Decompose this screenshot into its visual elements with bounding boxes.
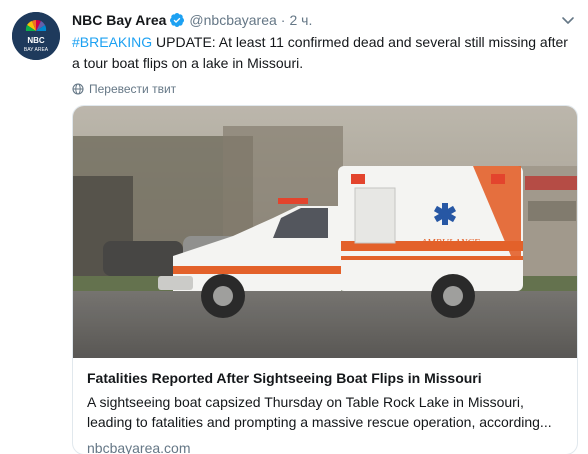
card-image[interactable]: AMBULANCE — [73, 106, 577, 358]
verified-badge-icon — [170, 13, 185, 27]
tweet-content: NBC Bay Area @nbcbayarea · 2 ч. #BREAKIN… — [72, 10, 576, 96]
author-display-name[interactable]: NBC Bay Area — [72, 10, 166, 30]
ambulance-photo-icon: AMBULANCE — [73, 106, 577, 358]
tweet-timestamp[interactable]: 2 ч. — [289, 10, 312, 30]
hashtag-link[interactable]: #BREAKING — [72, 34, 152, 50]
card-domain: nbcbayarea.com — [87, 440, 191, 454]
tweet-header: NBC Bay Area @nbcbayarea · 2 ч. — [72, 10, 576, 30]
card-body: Fatalities Reported After Sightseeing Bo… — [73, 358, 577, 454]
card-title[interactable]: Fatalities Reported After Sightseeing Bo… — [87, 368, 565, 388]
nbc-peacock-icon: NBC BAY AREA — [12, 12, 60, 60]
translate-label: Перевести твит — [89, 82, 177, 96]
tweet-text: #BREAKING UPDATE: At least 11 confirmed … — [72, 32, 572, 74]
globe-icon — [72, 83, 84, 95]
avatar[interactable]: NBC BAY AREA — [12, 12, 60, 60]
author-handle[interactable]: @nbcbayarea — [189, 10, 276, 30]
avatar-text-top: NBC — [27, 36, 45, 45]
tweet[interactable]: NBC BAY AREA NBC Bay Area @nbcbayarea · … — [0, 0, 588, 454]
header-separator: · — [280, 12, 286, 28]
translate-tweet-link[interactable]: Перевести твит — [72, 82, 576, 96]
card-description: A sightseeing boat capsized Thursday on … — [87, 394, 552, 430]
link-card[interactable]: AMBULANCE Fatalities Reported After Sigh… — [72, 105, 578, 454]
chevron-down-icon[interactable] — [560, 12, 576, 28]
avatar-text-bottom: BAY AREA — [24, 47, 49, 53]
